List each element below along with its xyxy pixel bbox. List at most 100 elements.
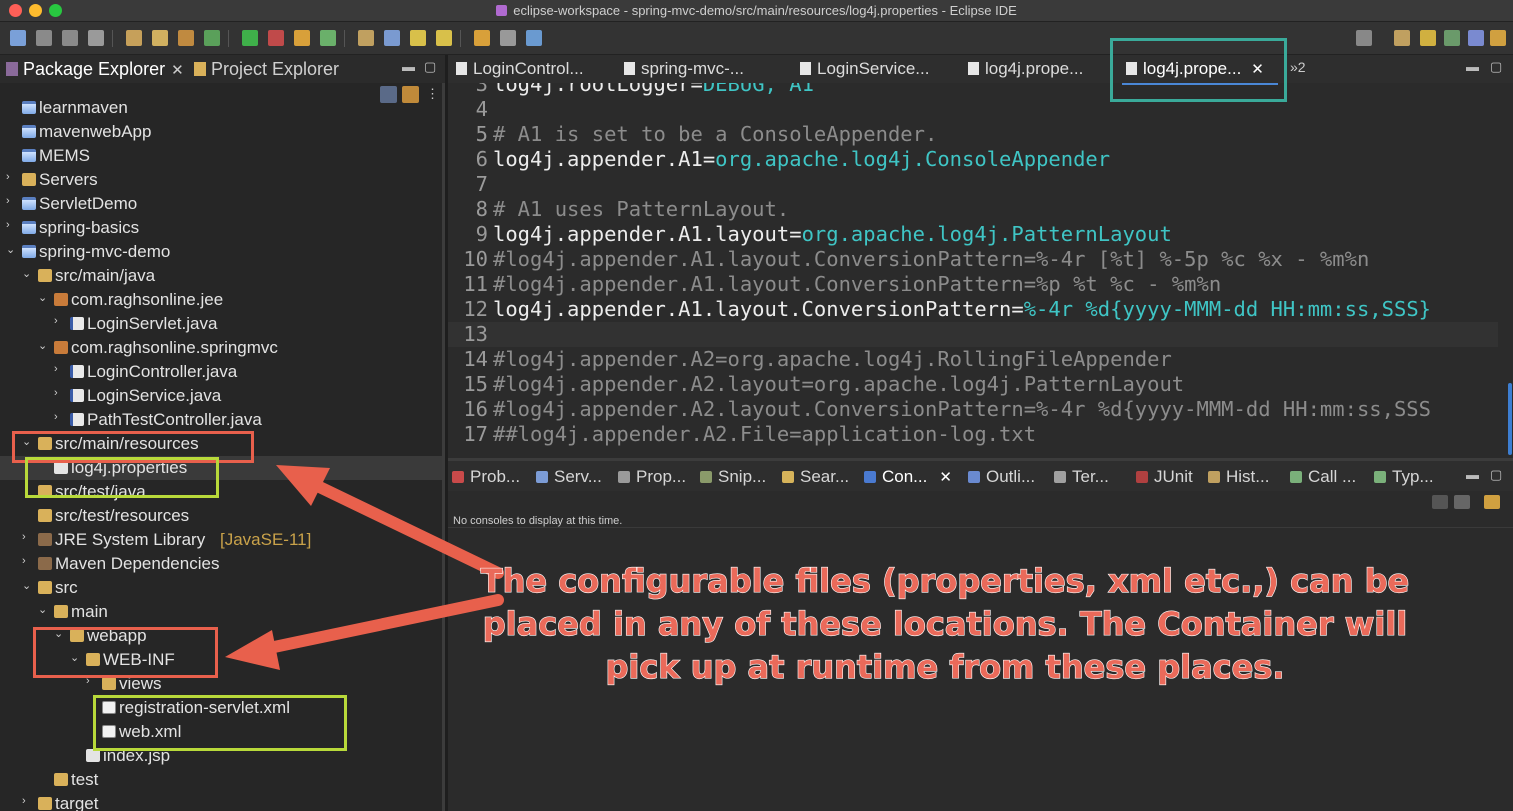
- java-perspective-icon[interactable]: [1490, 30, 1506, 46]
- bottom-tab[interactable]: Typ...: [1374, 467, 1434, 487]
- close-icon[interactable]: ✕: [171, 62, 184, 79]
- chevron-down-icon[interactable]: ⌄: [22, 267, 34, 280]
- tree-item[interactable]: src/test/java: [0, 480, 442, 504]
- tree-item[interactable]: › Maven Dependencies: [0, 552, 442, 576]
- next-annotation-icon[interactable]: [410, 30, 426, 46]
- tree-item[interactable]: mavenwebApp: [0, 120, 442, 144]
- code-line[interactable]: 9 log4j.appender.A1.layout=org.apache.log…: [448, 222, 1498, 247]
- open-type-icon[interactable]: [152, 30, 168, 46]
- chevron-down-icon[interactable]: ⌄: [38, 291, 50, 304]
- tree-item[interactable]: ⌄ main: [0, 600, 442, 624]
- chevron-down-icon[interactable]: ⌄: [6, 243, 18, 256]
- editor-scrollbar[interactable]: [1505, 83, 1513, 458]
- search-icon[interactable]: [384, 30, 400, 46]
- debug-perspective-icon[interactable]: [1444, 30, 1460, 46]
- tree-item[interactable]: › target: [0, 792, 442, 811]
- close-icon[interactable]: ✕: [939, 469, 952, 486]
- chevron-down-icon[interactable]: ⌄: [54, 627, 66, 640]
- bottom-tab[interactable]: Serv...: [536, 467, 602, 487]
- code-line[interactable]: 17 ##log4j.appender.A2.File=application-l…: [448, 422, 1498, 447]
- tree-item[interactable]: learnmaven: [0, 96, 442, 120]
- code-line[interactable]: 15 #log4j.appender.A2.layout=org.apache.l…: [448, 372, 1498, 397]
- open-task-icon[interactable]: [358, 30, 374, 46]
- tree-item[interactable]: registration-servlet.xml: [0, 696, 442, 720]
- tree-item[interactable]: › Servers: [0, 168, 442, 192]
- code-line[interactable]: 11 #log4j.appender.A1.layout.ConversionPa…: [448, 272, 1498, 297]
- perspective-icon[interactable]: [1394, 30, 1410, 46]
- tree-item[interactable]: ⌄ src: [0, 576, 442, 600]
- tree-item[interactable]: test: [0, 768, 442, 792]
- chevron-down-icon[interactable]: ⌄: [38, 339, 50, 352]
- tree-item[interactable]: › LoginController.java: [0, 360, 442, 384]
- code-editor[interactable]: 3 log4j.rootLogger=DEBUG, A1 4 5 # A1 is set…: [448, 83, 1513, 458]
- tree-item[interactable]: index.jsp: [0, 744, 442, 768]
- chevron-right-icon[interactable]: ›: [54, 315, 66, 327]
- new-icon[interactable]: [10, 30, 26, 46]
- run-icon[interactable]: [242, 30, 258, 46]
- tab-project-explorer[interactable]: Project Explorer: [194, 59, 339, 81]
- open-console-icon[interactable]: [1484, 495, 1500, 509]
- tree-item[interactable]: web.xml: [0, 720, 442, 744]
- code-line[interactable]: 14 #log4j.appender.A2=org.apache.log4j.Ro…: [448, 347, 1498, 372]
- bottom-tab[interactable]: Hist...: [1208, 467, 1269, 487]
- editor-tab[interactable]: spring-mvc-...: [624, 59, 744, 79]
- tree-item[interactable]: log4j.properties: [0, 456, 442, 480]
- chevron-right-icon[interactable]: ›: [54, 411, 66, 423]
- editor-tab-active[interactable]: log4j.prope... ✕: [1126, 59, 1264, 79]
- minimize-icon[interactable]: ▬: [402, 59, 415, 74]
- maximize-icon[interactable]: ▢: [424, 59, 436, 75]
- minimize-icon[interactable]: ▬: [1466, 467, 1479, 482]
- editor-tab[interactable]: log4j.prope...: [968, 59, 1083, 79]
- chevron-right-icon[interactable]: ›: [6, 219, 18, 231]
- code-line[interactable]: 12 log4j.appender.A1.layout.ConversionPat…: [448, 297, 1498, 322]
- pin-console-icon[interactable]: [1432, 495, 1448, 509]
- display-console-icon[interactable]: [1454, 495, 1470, 509]
- editor-tab[interactable]: LoginService...: [800, 59, 929, 79]
- chevron-down-icon[interactable]: ⌄: [70, 651, 82, 664]
- maximize-icon[interactable]: ▢: [1490, 467, 1502, 483]
- prev-annotation-icon[interactable]: [436, 30, 452, 46]
- tree-item[interactable]: › LoginServlet.java: [0, 312, 442, 336]
- scrollbar-thumb[interactable]: [1508, 383, 1512, 455]
- chevron-right-icon[interactable]: ›: [22, 531, 34, 543]
- maximize-icon[interactable]: ▢: [1490, 59, 1502, 75]
- code-line[interactable]: 6 log4j.appender.A1=org.apache.log4j.Cons…: [448, 147, 1498, 172]
- tree-item[interactable]: › JRE System Library [JavaSE-11]: [0, 528, 442, 552]
- chevron-right-icon[interactable]: ›: [54, 363, 66, 375]
- bottom-tab[interactable]: Prop...: [618, 467, 686, 487]
- tree-item[interactable]: › PathTestController.java: [0, 408, 442, 432]
- code-line[interactable]: 5 # A1 is set to be a ConsoleAppender.: [448, 122, 1498, 147]
- tree-item[interactable]: › views: [0, 672, 442, 696]
- forward-icon[interactable]: [500, 30, 516, 46]
- chevron-right-icon[interactable]: ›: [22, 795, 34, 807]
- chevron-right-icon[interactable]: ›: [86, 675, 98, 687]
- code-line[interactable]: 3 log4j.rootLogger=DEBUG, A1: [448, 83, 1498, 97]
- code-line[interactable]: 10 #log4j.appender.A1.layout.ConversionPa…: [448, 247, 1498, 272]
- pin-editor-icon[interactable]: [526, 30, 542, 46]
- tab-package-explorer[interactable]: Package Explorer ✕: [6, 59, 184, 81]
- new-class-icon[interactable]: [320, 30, 336, 46]
- chevron-down-icon[interactable]: ⌄: [38, 603, 50, 616]
- tree-item[interactable]: › ServletDemo: [0, 192, 442, 216]
- new-package-icon[interactable]: [294, 30, 310, 46]
- debug-icon[interactable]: [204, 30, 220, 46]
- bottom-tab[interactable]: Ter...: [1054, 467, 1109, 487]
- tree-item[interactable]: ⌄ src/main/resources: [0, 432, 442, 456]
- code-line[interactable]: 13: [448, 322, 1498, 347]
- minimize-icon[interactable]: ▬: [1466, 59, 1479, 74]
- chevron-right-icon[interactable]: ›: [54, 387, 66, 399]
- tree-item[interactable]: ⌄ spring-mvc-demo: [0, 240, 442, 264]
- external-tools-icon[interactable]: [268, 30, 284, 46]
- tree-item[interactable]: ⌄ WEB-INF: [0, 648, 442, 672]
- bottom-tab[interactable]: JUnit: [1136, 467, 1193, 487]
- tree-item[interactable]: › spring-basics: [0, 216, 442, 240]
- code-line[interactable]: 7: [448, 172, 1498, 197]
- save-icon[interactable]: [36, 30, 52, 46]
- chevron-right-icon[interactable]: ›: [6, 171, 18, 183]
- build-icon[interactable]: [178, 30, 194, 46]
- bottom-tab[interactable]: Sear...: [782, 467, 849, 487]
- tree-item[interactable]: ⌄ src/main/java: [0, 264, 442, 288]
- tree-item[interactable]: ⌄ webapp: [0, 624, 442, 648]
- tab-overflow-indicator[interactable]: »2: [1290, 59, 1306, 75]
- new-java-project-icon[interactable]: [126, 30, 142, 46]
